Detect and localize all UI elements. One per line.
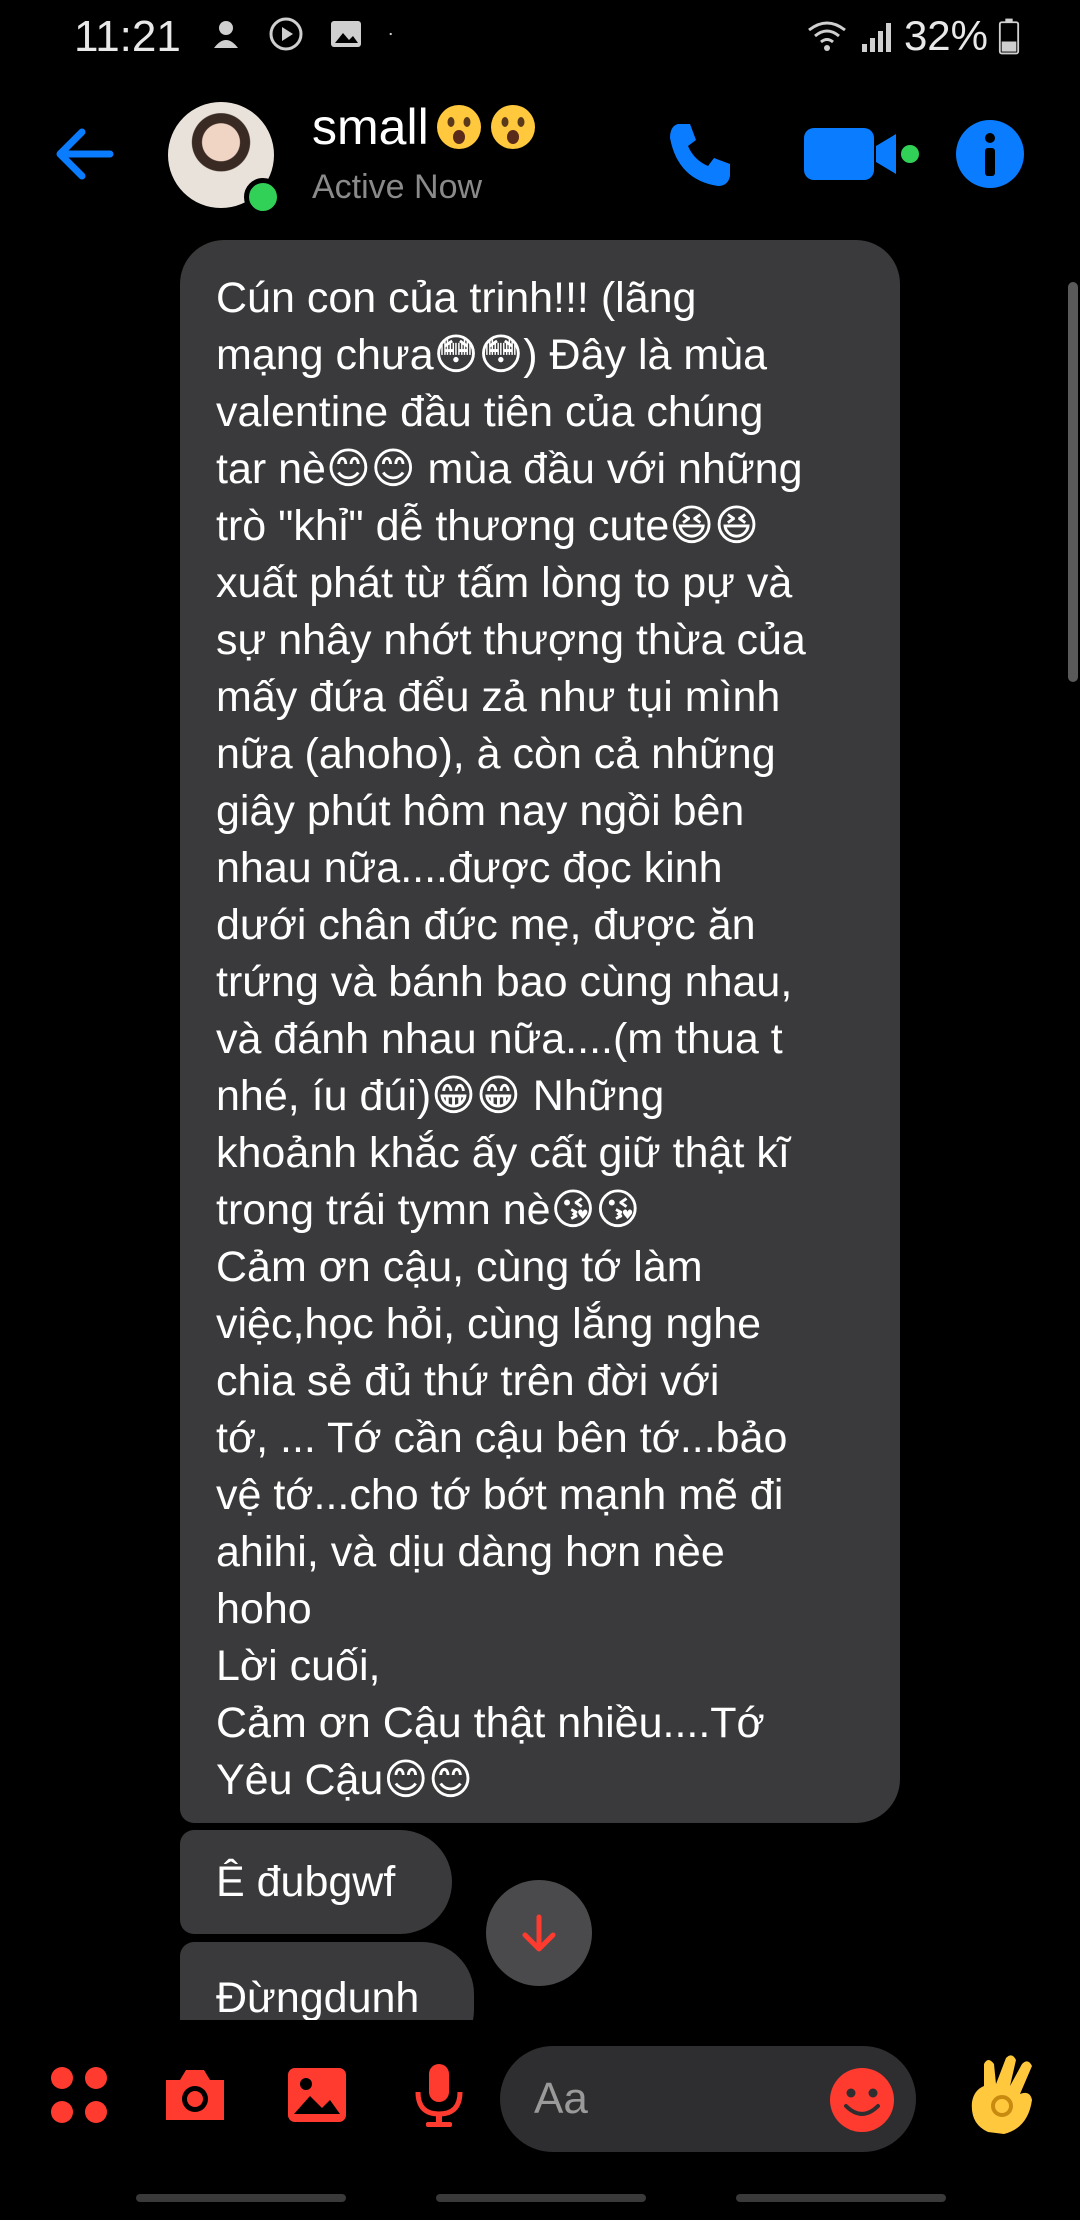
contact-name-row[interactable]: small <box>312 98 537 156</box>
notification-icon <box>214 21 238 48</box>
status-bar: 11:21 32% <box>0 0 1080 78</box>
arrow-down-icon <box>522 1914 556 1952</box>
scrollbar[interactable] <box>1068 282 1078 682</box>
status-right-group: 32% <box>806 12 1020 60</box>
presence-status: Active Now <box>312 168 483 206</box>
nav-recents[interactable] <box>136 2194 346 2202</box>
signal-icon <box>861 23 891 52</box>
message-thread[interactable]: Cún con của trinh!!! (lãng mạng chưa😳😳) … <box>0 230 1080 2020</box>
status-notifications <box>208 16 402 52</box>
battery-icon <box>998 18 1020 55</box>
microphone-icon[interactable] <box>404 2060 474 2130</box>
back-arrow-icon[interactable] <box>48 118 120 190</box>
nav-home[interactable] <box>436 2194 646 2202</box>
menu-icon[interactable] <box>44 2060 114 2130</box>
gallery-icon[interactable] <box>282 2060 352 2130</box>
nav-back[interactable] <box>736 2194 946 2202</box>
scroll-to-bottom-button[interactable] <box>486 1880 592 1986</box>
message-input-placeholder: Aa <box>534 2074 588 2123</box>
phone-call-icon[interactable] <box>660 114 740 194</box>
astonished-emoji-icon <box>436 105 481 149</box>
dot-icon <box>389 32 392 36</box>
message-input[interactable]: Aa <box>500 2046 916 2152</box>
status-time: 11:21 <box>74 12 181 61</box>
astonished-emoji-icon <box>490 105 535 149</box>
conversation-header: small Active Now <box>0 90 1080 220</box>
video-call-icon[interactable] <box>800 114 920 194</box>
message-bubble[interactable]: Ê đubgwf <box>180 1830 452 1934</box>
battery-percent: 32% <box>903 12 988 59</box>
info-icon[interactable] <box>950 114 1030 194</box>
camera-icon[interactable] <box>160 2060 230 2130</box>
composer-bar: Aa <box>0 2030 1080 2170</box>
wifi-icon <box>808 21 846 51</box>
image-icon <box>331 21 361 47</box>
emoji-icon[interactable] <box>828 2066 896 2134</box>
ok-hand-icon[interactable] <box>958 2050 1048 2140</box>
message-bubble[interactable]: Đừngdunh <box>180 1942 474 2020</box>
active-status-dot <box>244 178 282 216</box>
system-nav-bar <box>0 2180 1080 2220</box>
contact-name: small <box>312 99 429 155</box>
record-icon <box>269 17 303 51</box>
message-bubble[interactable]: Cún con của trinh!!! (lãng mạng chưa😳😳) … <box>180 240 900 1823</box>
